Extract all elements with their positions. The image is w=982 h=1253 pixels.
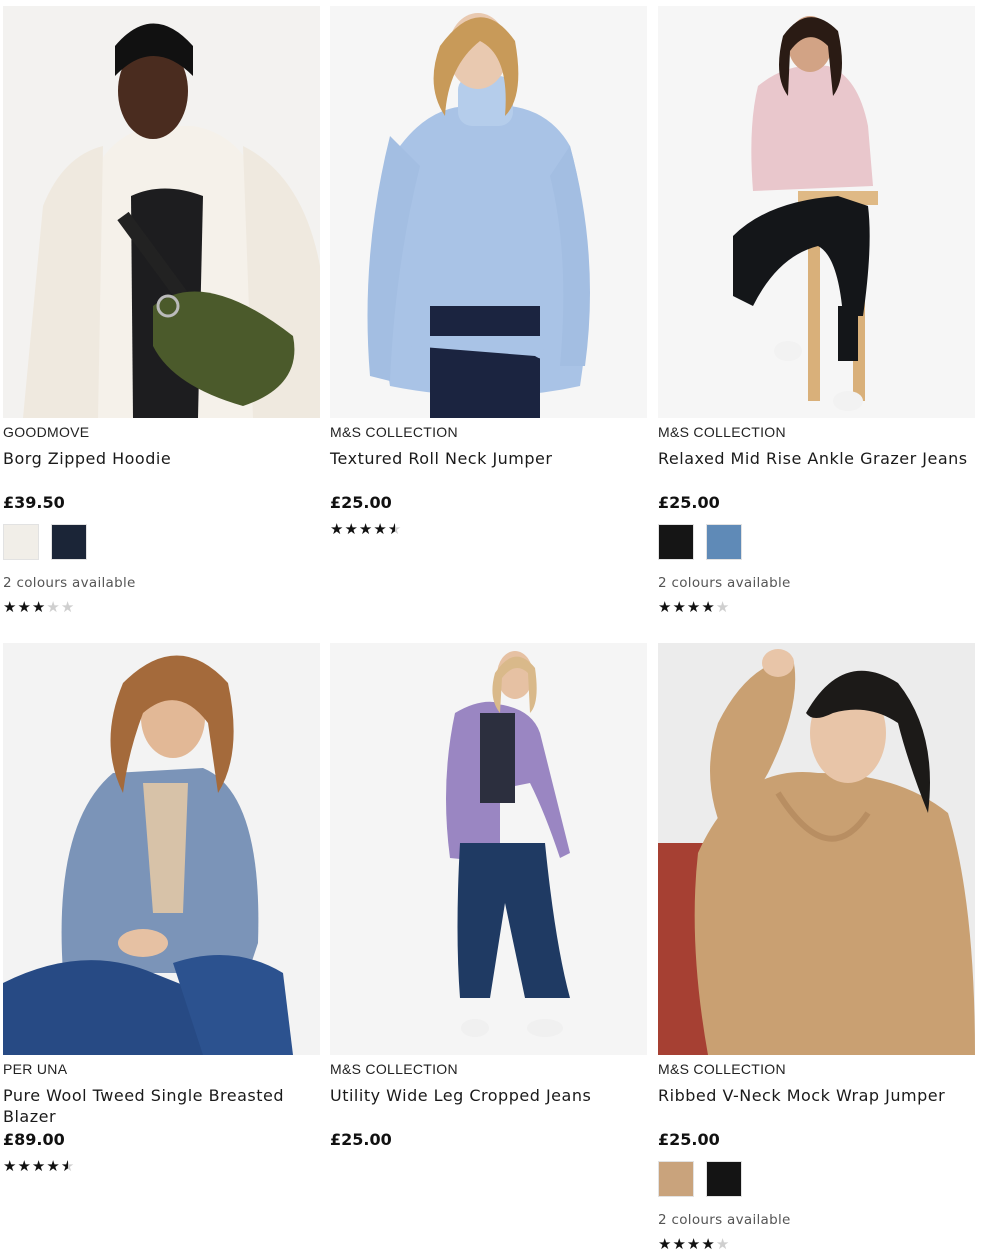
product-name[interactable]: Textured Roll Neck Jumper xyxy=(330,448,640,492)
star-icon: ★ xyxy=(672,1235,686,1253)
star-rating: ★ ★ ★ ★ ★ xyxy=(3,599,320,615)
star-icon: ★ xyxy=(3,1157,17,1175)
product-card[interactable]: M&S COLLECTION Utility Wide Leg Cropped … xyxy=(330,643,647,1151)
star-icon: ★ xyxy=(17,598,31,616)
product-name[interactable]: Relaxed Mid Rise Ankle Grazer Jeans xyxy=(658,448,968,492)
colour-swatches xyxy=(658,1161,975,1197)
product-image[interactable] xyxy=(330,643,647,1055)
star-icon: ★ xyxy=(344,520,358,538)
star-icon: ★ xyxy=(686,598,701,616)
colour-swatches xyxy=(658,524,975,560)
colour-swatch[interactable] xyxy=(706,524,742,560)
colour-swatch[interactable] xyxy=(51,524,87,560)
star-icon: ★ xyxy=(658,598,672,616)
product-price: £89.00 xyxy=(3,1130,65,1149)
star-icon: ★ xyxy=(658,1235,672,1253)
product-card[interactable]: M&S COLLECTION Textured Roll Neck Jumper… xyxy=(330,6,647,537)
colour-swatch[interactable] xyxy=(3,524,39,560)
product-brand: M&S COLLECTION xyxy=(658,424,786,440)
colours-available: 2 colours available xyxy=(658,1212,791,1228)
star-icon: ★ xyxy=(46,598,60,616)
product-name[interactable]: Borg Zipped Hoodie xyxy=(3,448,313,492)
product-price: £25.00 xyxy=(658,493,720,512)
star-icon: ★ xyxy=(715,598,730,616)
half-star-icon: ★ xyxy=(60,1157,75,1175)
star-rating: ★ ★ ★ ★ ★ xyxy=(3,1158,320,1174)
star-icon: ★ xyxy=(17,1157,31,1175)
product-brand: M&S COLLECTION xyxy=(330,1061,458,1077)
star-icon: ★ xyxy=(46,1157,60,1175)
star-icon: ★ xyxy=(701,1235,715,1253)
star-rating: ★ ★ ★ ★ ★ xyxy=(658,599,975,615)
product-card[interactable]: PER UNA Pure Wool Tweed Single Breasted … xyxy=(3,643,320,1174)
star-icon: ★ xyxy=(373,520,387,538)
product-name[interactable]: Ribbed V-Neck Mock Wrap Jumper xyxy=(658,1085,968,1129)
product-price: £25.00 xyxy=(658,1130,720,1149)
product-card[interactable]: M&S COLLECTION Ribbed V-Neck Mock Wrap J… xyxy=(658,643,975,1252)
product-price: £39.50 xyxy=(3,493,65,512)
star-icon: ★ xyxy=(686,1235,701,1253)
product-photo-jeans xyxy=(658,6,975,418)
colour-swatch[interactable] xyxy=(706,1161,742,1197)
colours-available: 2 colours available xyxy=(658,575,791,591)
product-brand: M&S COLLECTION xyxy=(330,424,458,440)
star-icon: ★ xyxy=(672,598,686,616)
product-brand: PER UNA xyxy=(3,1061,68,1077)
product-name[interactable]: Utility Wide Leg Cropped Jeans xyxy=(330,1085,640,1129)
star-icon: ★ xyxy=(715,1235,730,1253)
star-icon: ★ xyxy=(31,598,46,616)
star-icon: ★ xyxy=(701,598,715,616)
product-image[interactable] xyxy=(330,6,647,418)
colour-swatch[interactable] xyxy=(658,524,694,560)
product-photo-cropped-jeans xyxy=(330,643,647,1055)
product-name[interactable]: Pure Wool Tweed Single Breasted Blazer xyxy=(3,1085,313,1129)
product-brand: GOODMOVE xyxy=(3,424,90,440)
product-price: £25.00 xyxy=(330,1130,392,1149)
star-rating: ★ ★ ★ ★ ★ xyxy=(658,1236,975,1252)
star-icon: ★ xyxy=(3,598,17,616)
product-photo-wrap-jumper xyxy=(658,643,975,1055)
product-card[interactable]: GOODMOVE Borg Zipped Hoodie £39.50 2 col… xyxy=(3,6,320,615)
star-icon: ★ xyxy=(358,520,373,538)
product-image[interactable] xyxy=(3,643,320,1055)
colours-available: 2 colours available xyxy=(3,575,136,591)
product-image[interactable] xyxy=(658,643,975,1055)
star-icon: ★ xyxy=(31,1157,46,1175)
colour-swatches xyxy=(3,524,320,560)
product-brand: M&S COLLECTION xyxy=(658,1061,786,1077)
colour-swatch[interactable] xyxy=(658,1161,694,1197)
product-card[interactable]: M&S COLLECTION Relaxed Mid Rise Ankle Gr… xyxy=(658,6,975,615)
star-icon: ★ xyxy=(60,598,75,616)
product-photo-hoodie xyxy=(3,6,320,418)
product-image[interactable] xyxy=(3,6,320,418)
star-rating: ★ ★ ★ ★ ★ xyxy=(330,521,647,537)
star-icon: ★ xyxy=(330,520,344,538)
product-photo-jumper xyxy=(330,6,647,418)
half-star-icon: ★ xyxy=(387,520,402,538)
product-image[interactable] xyxy=(658,6,975,418)
product-price: £25.00 xyxy=(330,493,392,512)
product-photo-blazer xyxy=(3,643,320,1055)
